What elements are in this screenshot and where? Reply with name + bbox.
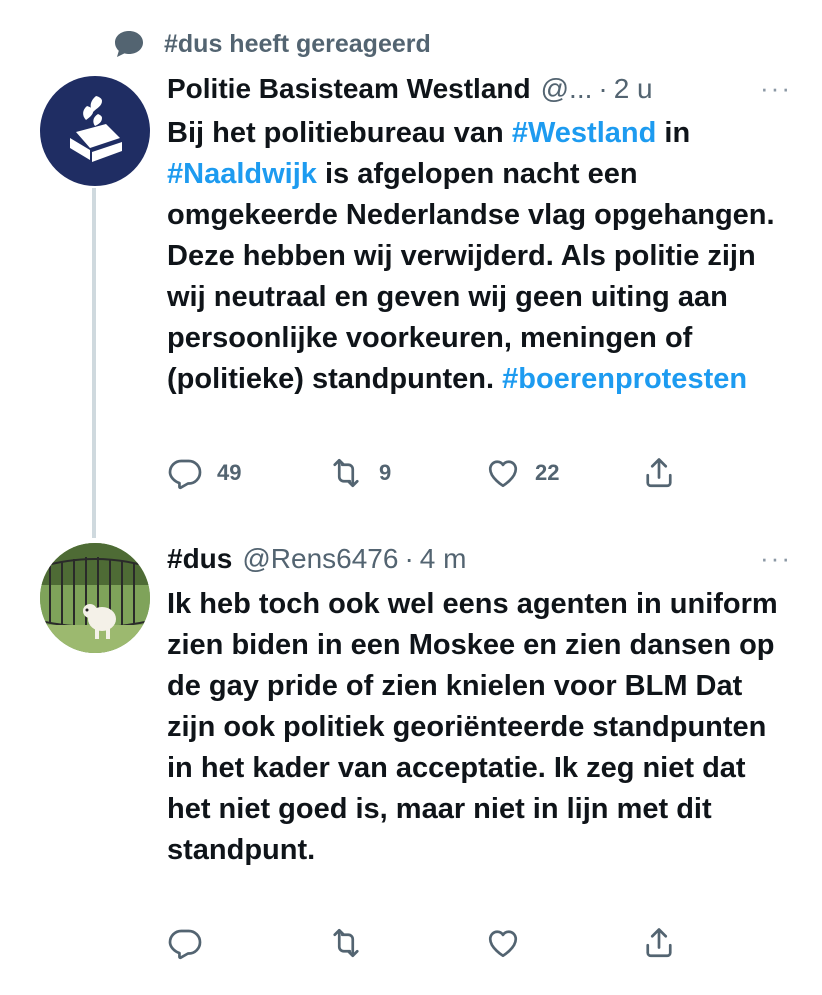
social-context: #dus heeft gereageerd [112,26,431,62]
speech-bubble-icon [112,27,146,61]
like-count: 22 [535,460,560,485]
tweet-text-run: Bij het politiebureau van [167,117,512,149]
reply-button[interactable] [167,925,217,961]
tweet-text-run: is afgelopen nacht een omgekeerde Nederl… [167,158,775,395]
social-context-label[interactable]: #dus heeft gereageerd [164,30,431,59]
share-button[interactable] [641,925,677,961]
more-options-icon[interactable]: ··· [760,73,792,104]
share-icon [641,925,677,961]
author-name[interactable]: Politie Basisteam Westland [167,73,531,105]
tweet-actions [167,925,727,965]
retweet-count: 9 [379,460,392,485]
tweet-text: Bij het politiebureau van #Westland in #… [167,113,792,400]
police-logo-avatar[interactable] [40,76,150,186]
hashtag-link[interactable]: #Westland [512,117,657,149]
tweet-text-run: in [656,117,691,149]
user-photo-avatar[interactable] [40,543,150,653]
author-handle[interactable]: @... [541,73,593,105]
reply-icon [167,925,203,961]
tweet-text: Ik heb toch ook wel eens agenten in unif… [167,584,792,871]
tweet-timestamp[interactable]: 2 u [614,73,653,105]
tweet-header: #dus @Rens6476 · 4 m ··· [167,539,792,579]
hashtag-link[interactable]: #Naaldwijk [167,158,317,190]
retweet-button[interactable] [327,925,379,961]
tweet-text-run: Ik heb toch ook wel eens agenten in unif… [167,588,778,866]
retweet-button[interactable]: 9 [327,455,391,491]
reply-count: 49 [217,460,242,485]
share-icon [641,455,677,491]
dog-photo-image [40,543,150,653]
tweet-timestamp[interactable]: 4 m [420,543,467,575]
retweet-icon [327,455,365,491]
thread-connector [92,188,96,538]
like-button[interactable] [485,925,535,961]
retweet-icon [327,925,365,961]
reply-icon [167,455,203,491]
like-button[interactable]: 22 [485,455,559,491]
more-options-icon[interactable]: ··· [760,543,792,574]
separator-dot: · [598,73,608,104]
tweet-actions: 49 9 22 [167,455,727,495]
reply-button[interactable]: 49 [167,455,241,491]
police-badge-icon [70,96,122,162]
tweet-header: Politie Basisteam Westland @... · 2 u ··… [167,69,792,109]
separator-dot: · [404,543,414,574]
author-handle[interactable]: @Rens6476 [242,543,398,575]
author-name[interactable]: #dus [167,543,232,575]
hashtag-link[interactable]: #boerenprotesten [502,363,747,395]
heart-icon [485,455,521,491]
heart-icon [485,925,521,961]
share-button[interactable] [641,455,677,491]
